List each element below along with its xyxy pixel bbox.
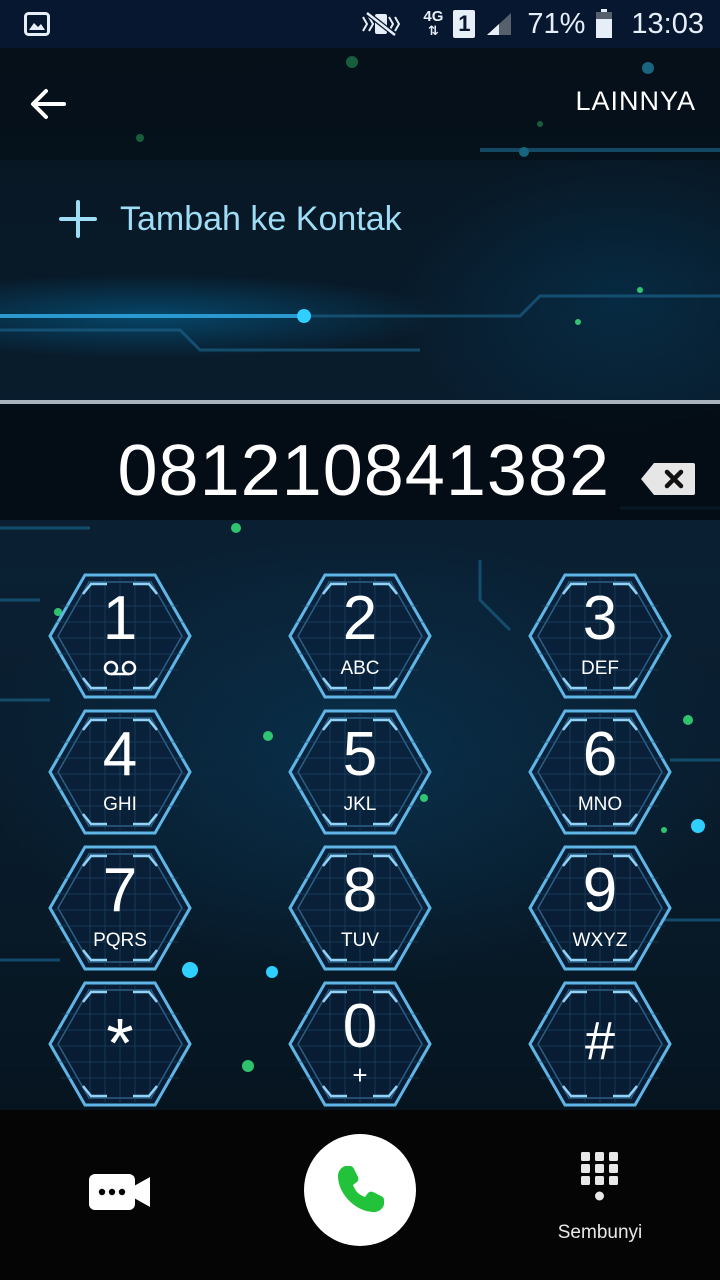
hide-keypad-label: Sembunyi xyxy=(557,1222,643,1243)
signal-icon xyxy=(485,11,513,37)
arrow-left-icon xyxy=(31,89,66,119)
key-letters: GHI xyxy=(103,794,137,815)
sim-number: 1 xyxy=(458,11,471,36)
key-digit: 7 xyxy=(102,856,138,925)
key-digit: 4 xyxy=(102,720,138,789)
video-call-icon xyxy=(89,1174,150,1210)
key-digit: 1 xyxy=(102,584,138,653)
key-letters: JKL xyxy=(343,794,377,815)
backspace-button[interactable] xyxy=(640,462,696,496)
back-button[interactable] xyxy=(22,78,74,130)
key-digit: 6 xyxy=(582,720,618,789)
sim-1-icon: 1 xyxy=(453,10,476,38)
mute-vibrate-icon xyxy=(361,11,401,37)
key-hash[interactable]: # xyxy=(527,980,673,1108)
video-call-button[interactable] xyxy=(88,1172,152,1212)
key-letters: WXYZ xyxy=(572,930,628,951)
key-9[interactable]: 9 WXYZ xyxy=(527,844,673,972)
network-4g-icon: 4G ⇅ xyxy=(423,8,444,38)
key-digit: 9 xyxy=(582,856,618,925)
key-4[interactable]: 4 GHI xyxy=(47,708,193,836)
battery-icon xyxy=(595,9,613,39)
status-bar: 4G ⇅ 1 71% 13:03 xyxy=(0,0,720,48)
key-digit: * xyxy=(106,1004,134,1082)
key-digit: 8 xyxy=(342,856,378,925)
key-letters: + xyxy=(352,1060,368,1090)
clock: 13:03 xyxy=(631,7,704,40)
key-letters: TUV xyxy=(341,930,379,951)
battery-percent: 71% xyxy=(527,7,586,40)
data-arrows-icon: ⇅ xyxy=(427,23,439,38)
add-to-contacts-label: Tambah ke Kontak xyxy=(120,199,402,238)
network-type-label: 4G xyxy=(423,8,444,25)
key-star[interactable]: * xyxy=(47,980,193,1108)
gallery-icon xyxy=(24,12,50,36)
number-display: 081210841382 xyxy=(0,404,720,520)
key-3[interactable]: 3 DEF xyxy=(527,572,673,700)
key-letters: DEF xyxy=(581,658,619,679)
key-7[interactable]: 7 PQRS xyxy=(47,844,193,972)
phone-icon xyxy=(338,1166,384,1212)
key-digit: # xyxy=(584,1011,616,1071)
add-to-contacts-button[interactable]: Tambah ke Kontak xyxy=(58,194,402,244)
hide-keypad-button[interactable]: Sembunyi xyxy=(550,1150,650,1250)
more-button[interactable]: LAINNYA xyxy=(575,86,696,117)
key-digit: 2 xyxy=(342,584,378,653)
keypad-grid-icon xyxy=(581,1152,618,1201)
plus-icon xyxy=(59,200,97,238)
key-5[interactable]: 5 JKL xyxy=(287,708,433,836)
app-bar: LAINNYA xyxy=(0,48,720,160)
key-digit: 3 xyxy=(582,584,618,653)
key-0[interactable]: 0 + xyxy=(287,980,433,1108)
key-2[interactable]: 2 ABC xyxy=(287,572,433,700)
key-letters: ABC xyxy=(340,658,380,679)
call-button[interactable] xyxy=(304,1134,416,1246)
key-digit: 5 xyxy=(342,720,378,789)
bottom-action-bar: Sembunyi xyxy=(0,1110,720,1280)
dialed-number[interactable]: 081210841382 xyxy=(0,430,620,512)
key-digit: 0 xyxy=(342,992,378,1061)
key-letters: MNO xyxy=(577,794,623,815)
voicemail-icon xyxy=(103,660,137,676)
dial-keypad: 1 2 ABC 3 DEF 4 GHI 5 JKL 6 MNO 7 PQRS 8 TUV 9 WXYZ * 0 + # xyxy=(0,560,720,1110)
key-1[interactable]: 1 xyxy=(47,572,193,700)
key-8[interactable]: 8 TUV xyxy=(287,844,433,972)
key-6[interactable]: 6 MNO xyxy=(527,708,673,836)
key-letters: PQRS xyxy=(93,930,147,951)
backspace-icon xyxy=(641,463,695,495)
